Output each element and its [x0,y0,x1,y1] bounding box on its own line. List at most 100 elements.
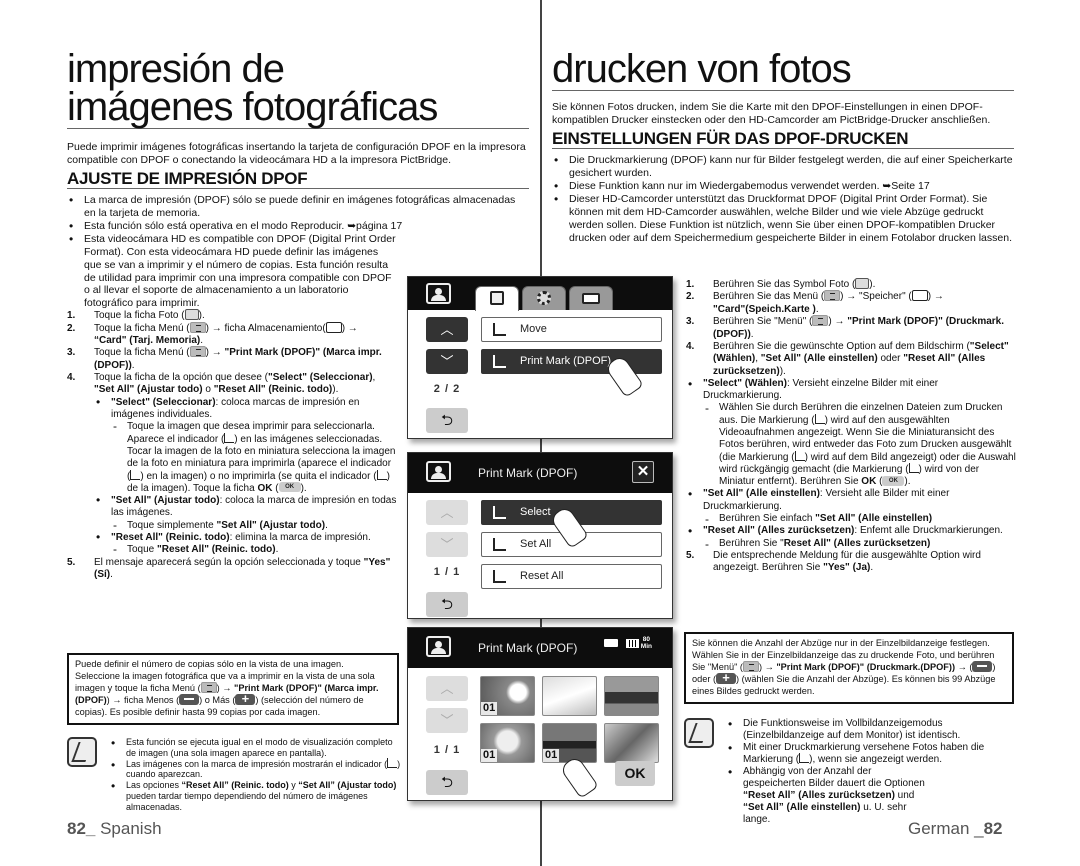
notes-list-de: Die Druckmarkierung (DPOF) kann nur für … [552,153,1014,244]
dash-text: Berühren Sie einfach [719,513,816,525]
bullet-item: La marca de impresión (DPOF) sólo se pue… [67,193,529,220]
step-text: ) → "Speicher" ( [840,291,912,303]
dash-text: ) en la imagen) o no imprimirla (se quit… [140,470,377,482]
dash-item: Toque la imagen que desea imprimir para … [111,419,397,495]
dash-list: Toque la imagen que desea imprimir para … [94,419,397,495]
steps-list-de-end: 5. Die entsprechende Meldung für die ausg… [686,550,1016,575]
dash-list: Berühren Sie "Reset All" (Alles zurückse… [703,537,1016,552]
step-bold: "Set All" (Alle einstellen) [760,353,878,365]
option-reset-all[interactable]: Reset All [481,564,662,589]
back-button[interactable]: ⮌ [426,770,468,795]
memo-note-icon [67,737,97,767]
memo-item: Esta función se ejecuta igual en el modo… [109,736,404,759]
scroll-down-button[interactable]: ﹀ [426,532,468,557]
photo-mode-icon[interactable] [426,461,451,482]
step-text: El mensaje aparecerá según la opción sel… [94,556,364,568]
step-text: ) → [205,347,225,359]
memo-list: Die Funktionsweise im Vollbildanzeigemod… [726,717,1021,826]
camera-screen-thumbnails: Print Mark (DPOF) 80 Min ︿ ﹀ 1 / 1 ⮌ 01 0… [407,627,673,801]
step-text: Berühren Sie "Menü" ( [713,316,813,328]
thumbnail-dolphin[interactable] [604,723,659,763]
step-3: 3. Berühren Sie "Menü" () → "Print Mark (… [686,315,1016,341]
status-icons: 80 Min [603,636,652,650]
scroll-down-button[interactable]: ﹀ [426,349,468,374]
step-number: 5. [67,556,76,568]
thumbnail-flower[interactable]: 01 [480,676,535,716]
step-text: oder [877,353,904,365]
print-mark-icon [794,450,805,461]
step-text: Toque la ficha Foto ( [94,310,185,322]
battery-icon [625,638,639,648]
photo-mode-icon[interactable] [426,283,451,304]
dash-item: Berühren Sie "Reset All" (Alles zurückse… [703,537,1016,552]
tab-menu[interactable] [475,286,519,311]
step-text: ) → [927,291,944,303]
option-list: "Select" (Seleccionar): coloca marcas de… [74,395,397,558]
step-text: o [202,384,214,396]
menu-option-move[interactable]: Move [481,317,662,342]
gear-icon [537,291,551,305]
back-button[interactable]: ⮌ [426,592,468,617]
language-label: German _ [908,819,984,838]
photo-tab-icon [855,278,870,289]
scroll-up-button[interactable]: ︿ [426,676,468,701]
thumbnail-dog[interactable]: 01 [480,723,535,763]
step-number: 2. [67,322,76,334]
step-text: . [815,303,819,315]
dash-bold: "Set All" (Ajustar todo) [216,519,326,531]
step-number: 3. [686,316,695,328]
photo-tab-icon [184,309,199,321]
memo-item: Die Funktionsweise im Vollbildanzeigemod… [726,717,1021,742]
option-select: "Select" (Seleccionar): coloca marcas de… [94,395,397,495]
step-text: . [131,359,135,371]
dash-bold: "Reset All" (Reinic. todo) [157,544,276,556]
photo-mode-icon[interactable] [426,636,451,657]
step-number: 1. [686,279,695,290]
title-line-2: imágenes fotográficas [67,85,438,129]
option-name: "Select" (Seleccionar) [111,396,216,408]
menu-option-print-mark[interactable]: Print Mark (DPOF) [481,349,662,374]
dash-list: Toque simplemente "Set All" (Ajustar tod… [94,518,397,533]
menu-icon [824,290,841,302]
screen-header [408,277,672,311]
menu-icon [189,346,206,358]
dash-list: Wählen Sie durch Berühren die einzelnen … [703,401,1016,488]
thumbnail-landscape[interactable] [604,676,659,716]
scroll-up-button[interactable]: ︿ [426,317,468,342]
thumbnail-lake[interactable]: 01 [542,723,597,763]
tab-settings[interactable] [522,286,566,310]
step-text: Toque la ficha Menú ( [94,322,190,334]
ok-button-icon: OK [278,482,301,493]
memo-text: pueden tardar tiempo dependiendo del núm… [126,790,368,812]
close-button[interactable]: ✕ [632,461,654,483]
step-1: 1. Berühren Sie das Symbol Foto (). [686,278,1016,291]
step-bold: "Card"(Speich.Karte ) [713,303,816,315]
ok-button[interactable]: OK [615,761,655,786]
dash-bold: Reset All" (Alles zurücksetzen) [783,537,931,549]
copies-note-es: Puede definir el número de copias sólo e… [67,653,399,725]
ok-label: OK [861,476,877,488]
language-label: Spanish [95,819,162,838]
step-bold: "Set All" (Ajustar todo) [94,384,203,396]
step-text: Berühren Sie das Symbol Foto ( [713,279,856,291]
back-button[interactable]: ⮌ [426,408,468,433]
option-label: Select [520,506,551,518]
scroll-down-button[interactable]: ﹀ [426,708,468,733]
scroll-up-button[interactable]: ︿ [426,500,468,525]
thumbnail-soccer[interactable] [542,676,597,716]
intro-es: Puede imprimir imágenes fotográficas ins… [67,141,526,167]
menu-icon [189,321,206,333]
memo-bold: “Reset All” (Alles zurücksetzen) [743,790,895,801]
step-text: ) → ficha Almacenamiento( [205,322,326,334]
sd-card-icon [603,639,618,647]
option-desc: : elimina la marca de impresión. [229,532,371,544]
step-number: 4. [686,340,695,352]
note-text: ) → [758,661,777,672]
tab-storage[interactable] [569,286,613,310]
step-4: 4. Berühren Sie die gewünschte Option auf… [686,341,1016,378]
camera-screen-dpof-options: Print Mark (DPOF) ✕ ︿ ﹀ 1 / 1 ⮌ Select S… [407,452,673,619]
note-text: ) → ficha Menos ( [106,694,180,705]
german-column: drucken von fotos Sie können Fotos druck… [552,49,1014,244]
screen-title: Print Mark (DPOF) [478,641,578,655]
option-reset-all: "Reset All" (Reinic. todo): elimina la m… [94,530,397,557]
